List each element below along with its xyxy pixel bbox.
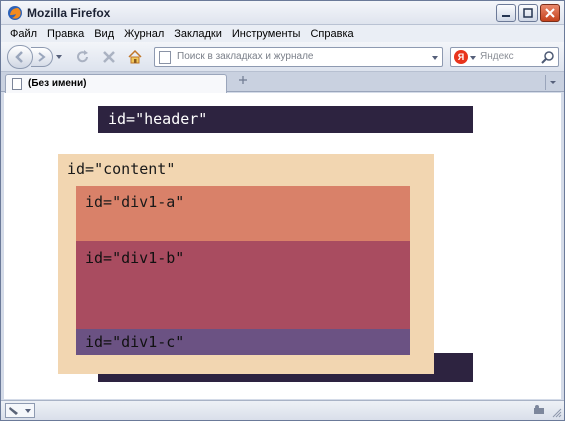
minimize-button[interactable] — [496, 4, 516, 22]
menu-view[interactable]: Вид — [89, 28, 119, 40]
new-tab-button[interactable] — [233, 75, 253, 91]
resize-grip-icon[interactable] — [552, 408, 562, 418]
search-bar[interactable]: Я Яндекс — [450, 47, 559, 67]
tab-favicon-icon — [12, 78, 22, 90]
new-tab-icon — [239, 76, 247, 84]
home-icon[interactable] — [127, 49, 143, 65]
tool-icon — [9, 407, 31, 415]
div1-c-box: id="div1-c" — [76, 329, 410, 355]
maximize-icon — [523, 8, 533, 18]
close-button[interactable] — [540, 4, 560, 22]
url-bar[interactable]: Поиск в закладках и журнале — [154, 47, 443, 67]
forward-button[interactable] — [31, 47, 53, 67]
stop-icon[interactable] — [101, 49, 117, 65]
navigation-toolbar: Поиск в закладках и журнале Я Яндекс — [1, 42, 564, 72]
menu-edit[interactable]: Правка — [42, 28, 89, 40]
status-bar — [1, 400, 564, 420]
window-title: Mozilla Firefox — [27, 6, 111, 20]
menu-tools[interactable]: Инструменты — [227, 28, 306, 40]
back-button[interactable] — [7, 45, 33, 69]
title-bar: Mozilla Firefox — [1, 1, 564, 25]
menu-history[interactable]: Журнал — [119, 28, 169, 40]
forward-icon — [38, 52, 46, 62]
div1-b-box: id="div1-b" — [76, 241, 410, 329]
addon-icon[interactable] — [532, 404, 546, 417]
browser-window: Mozilla Firefox Файл Правка Вид Журнал З… — [0, 0, 565, 421]
menu-bar: Файл Правка Вид Журнал Закладки Инструме… — [1, 25, 564, 42]
tab-label: (Без имени) — [28, 78, 87, 89]
url-dropdown-icon[interactable] — [431, 54, 439, 62]
div1-a-box: id="div1-a" — [76, 186, 410, 241]
menu-help[interactable]: Справка — [305, 28, 358, 40]
search-placeholder: Яндекс — [480, 51, 514, 62]
chevron-down-icon — [550, 81, 556, 84]
back-icon — [15, 51, 23, 63]
search-icon[interactable] — [541, 50, 555, 64]
firefox-logo-icon — [8, 6, 22, 20]
minimize-icon — [502, 15, 510, 17]
search-engine-icon[interactable]: Я — [454, 50, 468, 64]
url-placeholder: Поиск в закладках и журнале — [177, 51, 314, 62]
maximize-button[interactable] — [518, 4, 538, 22]
menu-file[interactable]: Файл — [5, 28, 42, 40]
menu-bookmarks[interactable]: Закладки — [169, 28, 227, 40]
page-favicon-icon — [159, 51, 171, 64]
status-tool-button[interactable] — [5, 403, 35, 418]
history-dropdown-icon[interactable] — [55, 53, 63, 61]
page-viewport: id="header" id="content" id="div1-a" id=… — [4, 93, 561, 399]
close-icon — [545, 8, 555, 18]
tab-list-button[interactable] — [545, 75, 561, 90]
tab-untitled[interactable]: (Без имени) — [5, 74, 227, 93]
header-box: id="header" — [98, 106, 473, 133]
tab-strip: (Без имени) — [1, 72, 564, 93]
engine-dropdown-icon[interactable] — [470, 55, 476, 61]
reload-icon[interactable] — [75, 49, 91, 65]
